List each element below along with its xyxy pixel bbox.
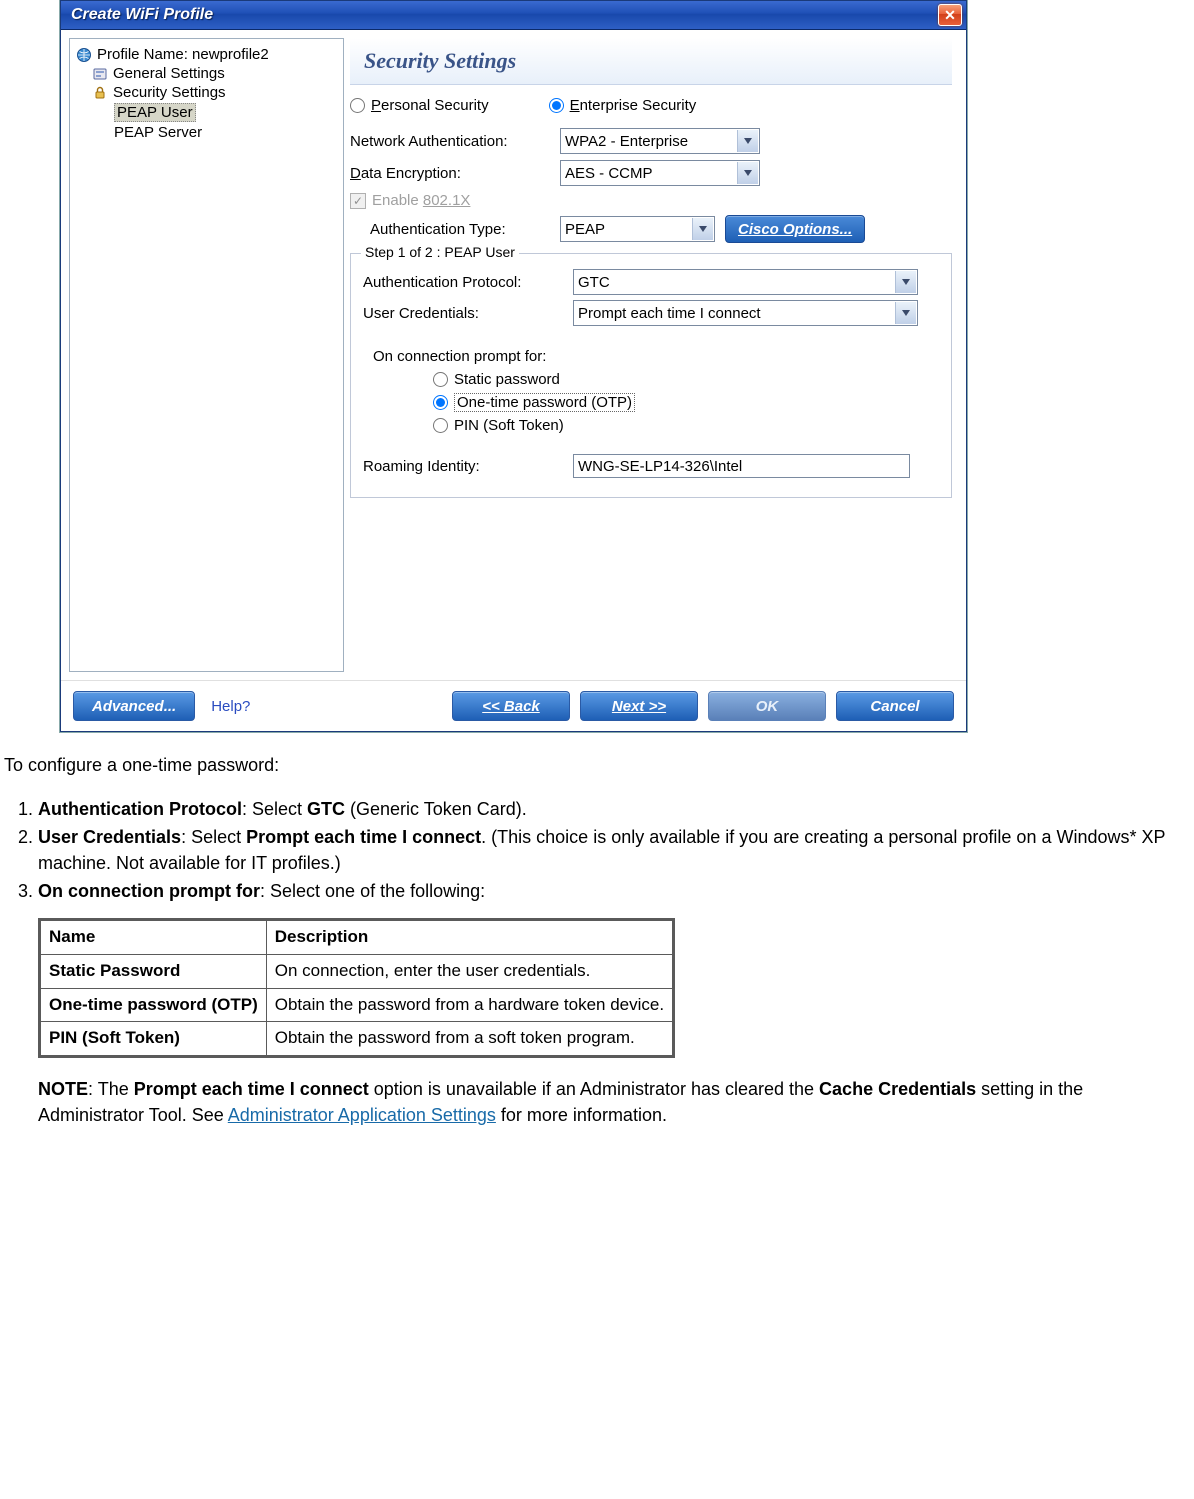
fieldset-legend: Step 1 of 2 : PEAP User (361, 244, 519, 260)
tree-peap-server[interactable]: PEAP Server (74, 123, 339, 142)
instructions-section: To configure a one-time password: Authen… (0, 752, 1194, 1128)
wifi-profile-dialog: Create WiFi Profile ✕ Profile Name: newp… (60, 0, 967, 732)
lock-icon (92, 85, 108, 101)
table-row: PIN (Soft Token) Obtain the password fro… (40, 1022, 674, 1057)
peap-user-fieldset: Step 1 of 2 : PEAP User Authentication P… (350, 253, 952, 498)
otp-radio[interactable]: One-time password (OTP) (433, 393, 939, 412)
chevron-down-icon (692, 218, 713, 240)
steps-list: Authentication Protocol: Select GTC (Gen… (38, 796, 1190, 904)
advanced-button[interactable]: Advanced... (73, 691, 195, 721)
tree-label: General Settings (113, 65, 225, 82)
tree-label: Profile Name: newprofile2 (97, 46, 269, 63)
chevron-down-icon (895, 271, 916, 293)
close-button[interactable]: ✕ (938, 4, 962, 26)
tree-label-selected: PEAP User (114, 103, 196, 122)
tree-profile-root[interactable]: Profile Name: newprofile2 (74, 45, 339, 64)
select-value: GTC (578, 274, 610, 291)
radio-label: Enterprise Security (570, 97, 697, 114)
note-block: NOTE: The Prompt each time I connect opt… (38, 1076, 1190, 1128)
prompt-for-label: On connection prompt for: (373, 348, 939, 365)
cancel-button[interactable]: Cancel (836, 691, 954, 721)
settings-icon (92, 66, 108, 82)
admin-settings-link[interactable]: Administrator Application Settings (228, 1105, 496, 1125)
button-bar: Advanced... Help? << Back Next >> OK Can… (61, 680, 966, 731)
table-header-row: Name Description (40, 920, 674, 955)
auth-type-label: Authentication Type: (370, 221, 560, 238)
next-button[interactable]: Next >> (580, 691, 698, 721)
roaming-identity-label: Roaming Identity: (363, 458, 573, 475)
ok-button[interactable]: OK (708, 691, 826, 721)
titlebar: Create WiFi Profile ✕ (61, 1, 966, 30)
table-row: Static Password On connection, enter the… (40, 955, 674, 989)
select-value: WPA2 - Enterprise (565, 133, 688, 150)
enable-8021x-label: Enable 802.1X (372, 192, 470, 209)
select-value: PEAP (565, 221, 605, 238)
enterprise-security-radio[interactable]: Enterprise Security (549, 97, 697, 114)
tree-general-settings[interactable]: General Settings (74, 64, 339, 83)
static-password-radio[interactable]: Static password (433, 371, 939, 388)
radio-label: PIN (Soft Token) (454, 417, 564, 434)
chevron-down-icon (895, 302, 916, 324)
tree-label: PEAP Server (114, 124, 202, 141)
list-item: User Credentials: Select Prompt each tim… (38, 824, 1190, 876)
auth-type-select[interactable]: PEAP (560, 216, 715, 242)
user-credentials-label: User Credentials: (363, 305, 573, 322)
tree-security-settings[interactable]: Security Settings (74, 83, 339, 102)
table-header: Name (40, 920, 267, 955)
options-table: Name Description Static Password On conn… (38, 918, 675, 1058)
back-button[interactable]: << Back (452, 691, 570, 721)
radio-label: Personal Security (371, 97, 489, 114)
tree-peap-user[interactable]: PEAP User (74, 102, 339, 123)
table-header: Description (266, 920, 673, 955)
checkbox-disabled-icon: ✓ (350, 193, 366, 209)
pin-soft-token-radio[interactable]: PIN (Soft Token) (433, 417, 939, 434)
network-auth-label: Network Authentication: (350, 133, 560, 150)
dialog-title: Create WiFi Profile (71, 6, 938, 24)
auth-protocol-label: Authentication Protocol: (363, 274, 573, 291)
radio-label: Static password (454, 371, 560, 388)
chevron-down-icon (737, 162, 758, 184)
network-auth-select[interactable]: WPA2 - Enterprise (560, 128, 760, 154)
table-row: One-time password (OTP) Obtain the passw… (40, 988, 674, 1022)
list-item: Authentication Protocol: Select GTC (Gen… (38, 796, 1190, 822)
help-link[interactable]: Help? (211, 698, 250, 715)
personal-security-radio[interactable]: Personal Security (350, 97, 489, 114)
nav-tree: Profile Name: newprofile2 General Settin… (69, 38, 344, 672)
pane-header: Security Settings (350, 38, 952, 85)
pane-title: Security Settings (364, 48, 516, 73)
enable-8021x-row: ✓ Enable 802.1X (350, 192, 952, 209)
data-encryption-select[interactable]: AES - CCMP (560, 160, 760, 186)
list-item: On connection prompt for: Select one of … (38, 878, 1190, 904)
settings-pane: Security Settings Personal Security Ente… (344, 38, 958, 672)
radio-label: One-time password (OTP) (454, 393, 635, 412)
roaming-identity-input[interactable]: WNG-SE-LP14-326\Intel (573, 454, 910, 478)
tree-label: Security Settings (113, 84, 226, 101)
select-value: AES - CCMP (565, 165, 653, 182)
select-value: Prompt each time I connect (578, 305, 761, 322)
chevron-down-icon (737, 130, 758, 152)
user-credentials-select[interactable]: Prompt each time I connect (573, 300, 918, 326)
cisco-options-button[interactable]: Cisco Options... (725, 215, 865, 243)
intro-text: To configure a one-time password: (4, 752, 1190, 778)
data-encryption-label: Data Encryption: (350, 165, 560, 182)
globe-icon (76, 47, 92, 63)
input-value: WNG-SE-LP14-326\Intel (578, 458, 742, 475)
auth-protocol-select[interactable]: GTC (573, 269, 918, 295)
